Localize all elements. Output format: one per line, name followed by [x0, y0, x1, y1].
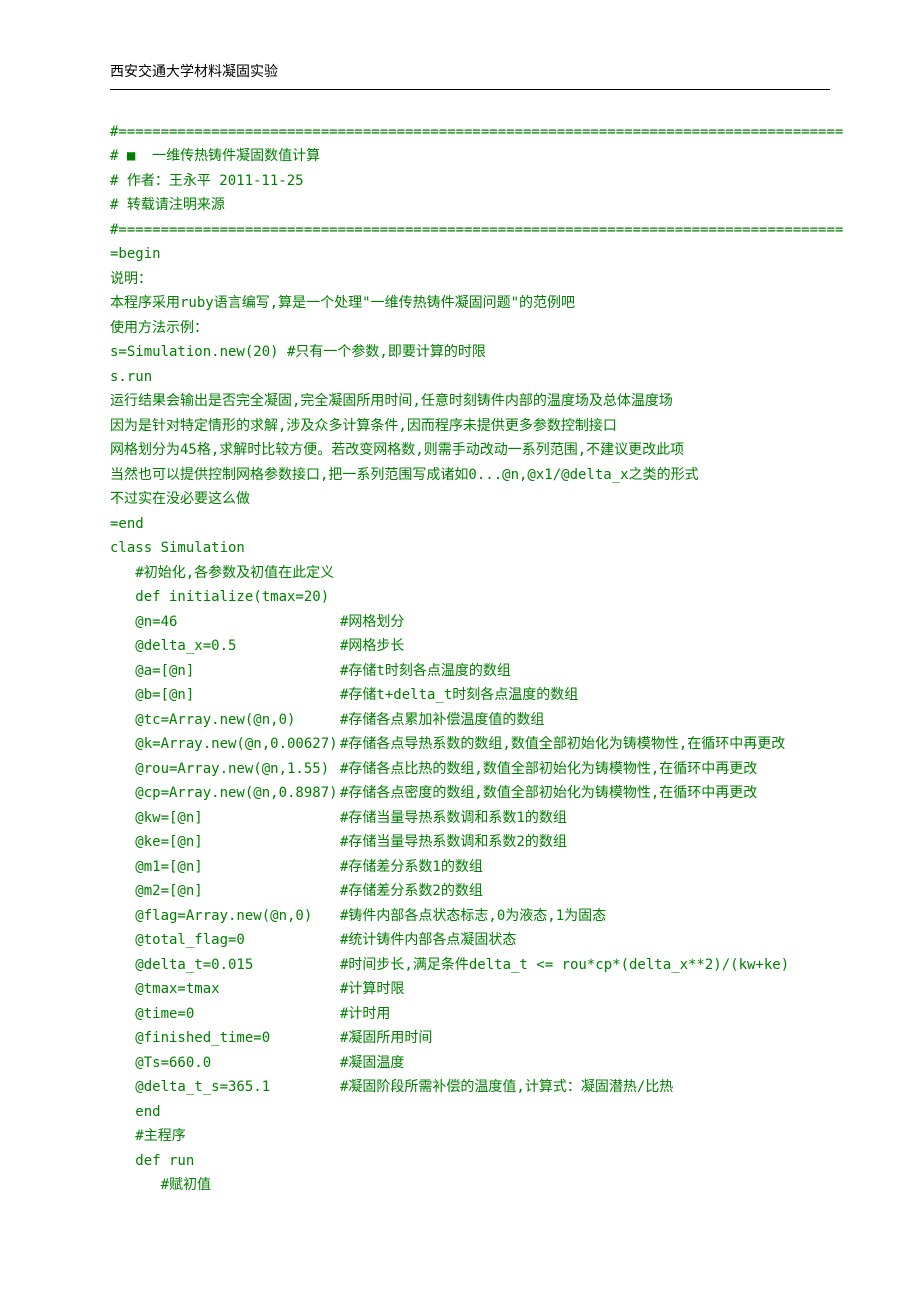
var-name: @kw=[@n] — [110, 806, 340, 831]
var-name: @tc=Array.new(@n,0) — [110, 708, 340, 733]
var-name: @rou=Array.new(@n,1.55) — [110, 757, 340, 782]
var-comment: #统计铸件内部各点凝固状态 — [340, 928, 516, 953]
code-line: =end — [110, 512, 830, 537]
var-name: @cp=Array.new(@n,0.8987) — [110, 781, 340, 806]
var-comment: #存储当量导热系数调和系数2的数组 — [340, 830, 567, 855]
var-comment: #凝固所用时间 — [340, 1026, 432, 1051]
var-comment: #存储t+delta_t时刻各点温度的数组 — [340, 683, 578, 708]
code-line: s=Simulation.new(20) #只有一个参数,即要计算的时限 — [110, 340, 830, 365]
code-line: s.run — [110, 365, 830, 390]
var-comment: #存储各点比热的数组,数值全部初始化为铸模物性,在循环中再更改 — [340, 757, 757, 782]
var-name: @flag=Array.new(@n,0) — [110, 904, 340, 929]
var-name: @tmax=tmax — [110, 977, 340, 1002]
var-comment: #网格划分 — [340, 610, 404, 635]
var-name: @n=46 — [110, 610, 340, 635]
code-line: 本程序采用ruby语言编写,算是一个处理"一维传热铸件凝固问题"的范例吧 — [110, 291, 830, 316]
var-comment: #计算时限 — [340, 977, 404, 1002]
var-comment: #存储各点导热系数的数组,数值全部初始化为铸模物性,在循环中再更改 — [340, 732, 785, 757]
page-header: 西安交通大学材料凝固实验 — [110, 60, 830, 90]
code-line: end — [110, 1100, 830, 1125]
var-name: @k=Array.new(@n,0.00627) — [110, 732, 340, 757]
code-line: class Simulation — [110, 536, 830, 561]
var-def: @time=0#计时用 — [110, 1002, 830, 1027]
var-comment: #存储差分系数2的数组 — [340, 879, 483, 904]
var-name: @ke=[@n] — [110, 830, 340, 855]
code-line: #初始化,各参数及初值在此定义 — [110, 561, 830, 586]
var-comment: #存储各点累加补偿温度值的数组 — [340, 708, 544, 733]
var-comment: #时间步长,满足条件delta_t <= rou*cp*(delta_x**2)… — [340, 953, 789, 978]
var-def: @k=Array.new(@n,0.00627)#存储各点导热系数的数组,数值全… — [110, 732, 830, 757]
var-name: @delta_x=0.5 — [110, 634, 340, 659]
var-comment: #存储各点密度的数组,数值全部初始化为铸模物性,在循环中再更改 — [340, 781, 757, 806]
var-name: @m2=[@n] — [110, 879, 340, 904]
var-def: @delta_x=0.5#网格步长 — [110, 634, 830, 659]
var-def: @delta_t_s=365.1#凝固阶段所需补偿的温度值,计算式：凝固潜热/比… — [110, 1075, 830, 1100]
var-def: @rou=Array.new(@n,1.55)#存储各点比热的数组,数值全部初始… — [110, 757, 830, 782]
var-def: @delta_t=0.015#时间步长,满足条件delta_t <= rou*c… — [110, 953, 830, 978]
code-line: 运行结果会输出是否完全凝固,完全凝固所用时间,任意时刻铸件内部的温度场及总体温度… — [110, 389, 830, 414]
code-line: #主程序 — [110, 1124, 830, 1149]
document-page: 西安交通大学材料凝固实验 #==========================… — [0, 0, 920, 1302]
var-def: @cp=Array.new(@n,0.8987)#存储各点密度的数组,数值全部初… — [110, 781, 830, 806]
code-line: # 作者：王永平 2011-11-25 — [110, 169, 830, 194]
var-def: @total_flag=0#统计铸件内部各点凝固状态 — [110, 928, 830, 953]
var-def: @flag=Array.new(@n,0)#铸件内部各点状态标志,0为液态,1为… — [110, 904, 830, 929]
var-name: @delta_t=0.015 — [110, 953, 340, 978]
code-line: #赋初值 — [110, 1173, 830, 1198]
code-line: 因为是针对特定情形的求解,涉及众多计算条件,因而程序未提供更多参数控制接口 — [110, 414, 830, 439]
code-line: 使用方法示例： — [110, 316, 830, 341]
var-name: @m1=[@n] — [110, 855, 340, 880]
code-line: 网格划分为45格,求解时比较方便。若改变网格数,则需手动改动一系列范围,不建议更… — [110, 438, 830, 463]
var-comment: #计时用 — [340, 1002, 390, 1027]
var-name: @total_flag=0 — [110, 928, 340, 953]
code-line: def run — [110, 1149, 830, 1174]
code-line: # 转载请注明来源 — [110, 193, 830, 218]
var-def: @Ts=660.0#凝固温度 — [110, 1051, 830, 1076]
code-line: #=======================================… — [110, 218, 830, 243]
var-def: @b=[@n]#存储t+delta_t时刻各点温度的数组 — [110, 683, 830, 708]
var-def: @tmax=tmax#计算时限 — [110, 977, 830, 1002]
var-comment: #存储当量导热系数调和系数1的数组 — [340, 806, 567, 831]
var-comment: #凝固阶段所需补偿的温度值,计算式：凝固潜热/比热 — [340, 1075, 673, 1100]
var-name: @finished_time=0 — [110, 1026, 340, 1051]
var-name: @Ts=660.0 — [110, 1051, 340, 1076]
var-comment: #网格步长 — [340, 634, 404, 659]
code-line: =begin — [110, 242, 830, 267]
var-name: @time=0 — [110, 1002, 340, 1027]
var-def: @kw=[@n]#存储当量导热系数调和系数1的数组 — [110, 806, 830, 831]
var-comment: #存储t时刻各点温度的数组 — [340, 659, 511, 684]
var-name: @a=[@n] — [110, 659, 340, 684]
code-line: # ■ 一维传热铸件凝固数值计算 — [110, 144, 830, 169]
var-def: @finished_time=0#凝固所用时间 — [110, 1026, 830, 1051]
var-def: @m1=[@n]#存储差分系数1的数组 — [110, 855, 830, 880]
var-def: @tc=Array.new(@n,0)#存储各点累加补偿温度值的数组 — [110, 708, 830, 733]
var-def: @n=46#网格划分 — [110, 610, 830, 635]
code-line: 不过实在没必要这么做 — [110, 487, 830, 512]
var-name: @b=[@n] — [110, 683, 340, 708]
var-comment: #凝固温度 — [340, 1051, 404, 1076]
code-block: #=======================================… — [110, 120, 830, 1198]
var-def: @m2=[@n]#存储差分系数2的数组 — [110, 879, 830, 904]
code-line: #=======================================… — [110, 120, 830, 145]
code-line: 说明： — [110, 267, 830, 292]
var-name: @delta_t_s=365.1 — [110, 1075, 340, 1100]
code-line: def initialize(tmax=20) — [110, 585, 830, 610]
var-comment: #铸件内部各点状态标志,0为液态,1为固态 — [340, 904, 606, 929]
code-line: 当然也可以提供控制网格参数接口,把一系列范围写成诸如0...@n,@x1/@de… — [110, 463, 830, 488]
var-def: @ke=[@n]#存储当量导热系数调和系数2的数组 — [110, 830, 830, 855]
var-def: @a=[@n]#存储t时刻各点温度的数组 — [110, 659, 830, 684]
var-comment: #存储差分系数1的数组 — [340, 855, 483, 880]
